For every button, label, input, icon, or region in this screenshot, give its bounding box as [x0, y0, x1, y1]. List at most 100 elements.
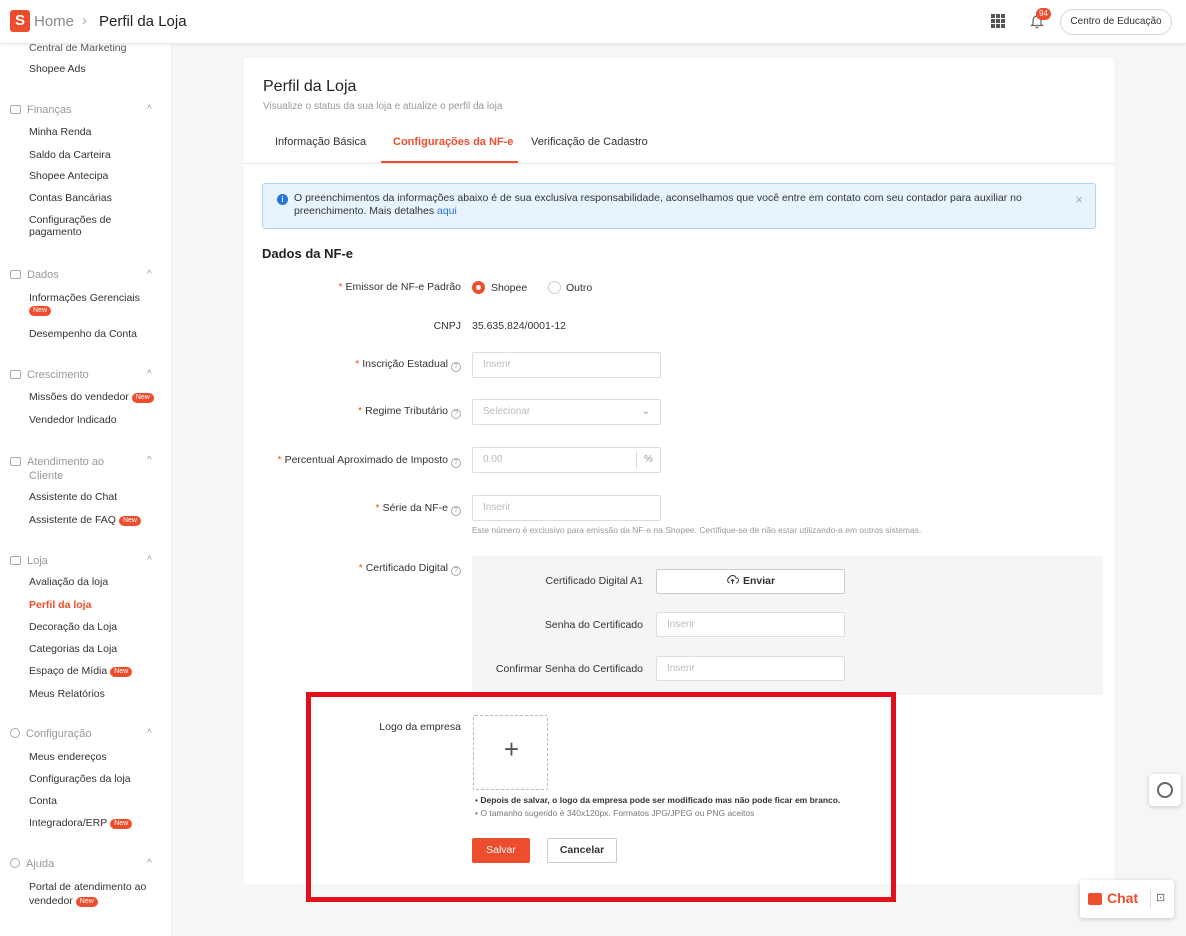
chevron-down-icon: ⌄ — [641, 406, 650, 417]
chat-label: Chat — [1107, 890, 1139, 906]
help-icon[interactable]: ? — [451, 458, 461, 468]
apps-grid-icon[interactable] — [991, 14, 1005, 28]
tab-divider — [244, 163, 1114, 164]
senha-certificado-input[interactable]: Inserir — [656, 612, 845, 637]
tab-informacao-basica[interactable]: Informação Básica — [275, 136, 366, 148]
confirmar-senha-label: Confirmar Senha do Certificado — [495, 663, 643, 675]
breadcrumb-home[interactable]: Home — [34, 13, 74, 30]
confirmar-senha-input[interactable]: Inserir — [656, 656, 845, 681]
chevron-up-icon[interactable]: ^ — [147, 104, 152, 115]
sidebar-item-minha-renda[interactable]: Minha Renda — [29, 126, 91, 138]
support-float-button[interactable] — [1149, 774, 1181, 806]
sidebar-item-label: Missões do vendedor — [29, 391, 129, 403]
info-banner: i O preenchimentos da informações abaixo… — [262, 183, 1096, 229]
breadcrumb-separator-icon: › — [82, 12, 87, 29]
chevron-up-icon[interactable]: ^ — [147, 555, 152, 566]
inscricao-estadual-input[interactable]: Inserir — [472, 352, 661, 378]
minimize-icon[interactable]: ⊡ — [1156, 891, 1165, 904]
sidebar-section-loja[interactable]: Loja — [10, 555, 48, 567]
sidebar-section-label: Dados — [27, 269, 59, 281]
sidebar-section-crescimento[interactable]: Crescimento — [10, 369, 89, 381]
gear-icon — [10, 728, 20, 738]
help-icon[interactable]: ? — [451, 566, 461, 576]
input-placeholder: 0.00 — [483, 454, 503, 465]
section-title: Dados da NF-e — [262, 246, 354, 261]
education-center-button[interactable]: Centro de Educação — [1060, 9, 1172, 35]
help-icon[interactable]: ? — [451, 409, 461, 419]
tab-configuracoes-nfe[interactable]: Configurações da NF-e — [393, 136, 513, 148]
sidebar-item-saldo-carteira[interactable]: Saldo da Carteira — [29, 149, 111, 161]
percentual-label: * Percentual Aproximado de Imposto? — [262, 454, 461, 468]
sidebar-item-shopee-antecipa[interactable]: Shopee Antecipa — [29, 170, 108, 182]
sidebar-item-integradora[interactable]: Integradora/ERP New — [29, 817, 133, 829]
close-icon[interactable]: × — [1075, 192, 1083, 207]
sidebar-item-perfil-loja[interactable]: Perfil da loja — [29, 599, 91, 611]
sidebar-item-desempenho[interactable]: Desempenho da Conta — [29, 328, 137, 340]
sidebar-item-vendedor-indicado[interactable]: Vendedor Indicado — [29, 414, 117, 426]
certificado-label: * Certificado Digital? — [300, 562, 461, 576]
sidebar-section-ajuda[interactable]: Ajuda — [10, 858, 54, 870]
select-placeholder: Selecionar — [483, 406, 531, 417]
sidebar-item-missoes[interactable]: Missões do vendedor New — [29, 391, 154, 403]
regime-label: * Regime Tributário? — [300, 405, 461, 419]
label-text: Regime Tributário — [365, 405, 448, 417]
shopee-logo-icon[interactable]: S — [10, 10, 30, 32]
info-text: O preenchimentos da informações abaixo é… — [294, 192, 1064, 218]
help-icon — [10, 858, 20, 868]
sidebar-section-configuracao[interactable]: Configuração — [10, 728, 91, 740]
enviar-button[interactable]: Enviar — [656, 569, 845, 594]
highlight-box — [306, 692, 896, 902]
info-icon: i — [277, 194, 288, 205]
sidebar-item-conta[interactable]: Conta — [29, 795, 57, 807]
page-subtitle: Visualize o status da sua loja e atualiz… — [263, 101, 503, 112]
sidebar-item-decoracao[interactable]: Decoração da Loja — [29, 621, 117, 633]
sidebar-section-label: Configuração — [26, 728, 92, 740]
required-mark: * — [358, 405, 363, 417]
sidebar-section-financas[interactable]: Finanças — [10, 104, 72, 116]
radio-shopee[interactable] — [472, 281, 485, 294]
radio-outro[interactable] — [548, 281, 561, 294]
new-badge: New — [118, 516, 141, 526]
help-icon[interactable]: ? — [451, 362, 461, 372]
serie-label: * Série da NF-e? — [300, 502, 461, 516]
info-details-link[interactable]: aqui — [437, 205, 457, 217]
chat-widget[interactable]: Chat ⊡ — [1080, 880, 1174, 918]
emissor-label: * Emissor de NF-e Padrão — [300, 281, 461, 293]
chevron-up-icon[interactable]: ^ — [147, 858, 152, 869]
sidebar-item-config-loja[interactable]: Configurações da loja — [29, 773, 131, 785]
sidebar-item-contas-bancarias[interactable]: Contas Bancárias — [29, 192, 112, 204]
sidebar-item-assistente-chat[interactable]: Assistente do Chat — [29, 491, 117, 503]
sidebar-item-assistente-faq[interactable]: Assistente de FAQ New — [29, 514, 141, 526]
sidebar-section-atendimento[interactable]: Atendimento ao Cliente — [10, 455, 104, 483]
regime-tributario-select[interactable]: Selecionar ⌄ — [472, 399, 661, 425]
chevron-up-icon[interactable]: ^ — [147, 728, 152, 739]
notification-badge: 94 — [1036, 8, 1051, 20]
chevron-up-icon[interactable]: ^ — [147, 269, 152, 280]
sidebar-section-label: Finanças — [27, 104, 72, 116]
cnpj-label: CNPJ — [433, 320, 461, 332]
sidebar-item-espaco-midia[interactable]: Espaço de Mídia New — [29, 665, 133, 677]
sidebar-section-dados[interactable]: Dados — [10, 269, 59, 281]
tab-verificacao-cadastro[interactable]: Verificação de Cadastro — [531, 136, 648, 148]
sidebar-item-categorias[interactable]: Categorias da Loja — [29, 643, 117, 655]
serie-nfe-input[interactable]: Inserir — [472, 495, 661, 521]
percentual-imposto-input[interactable]: 0.00% — [472, 447, 661, 473]
sidebar-section-label: Loja — [27, 555, 48, 567]
sidebar-item-enderecos[interactable]: Meus endereços — [29, 751, 107, 763]
sidebar-item-relatorios[interactable]: Meus Relatórios — [29, 688, 105, 700]
sidebar-item-informacoes-gerenciais[interactable]: Informações Gerenciais New — [29, 292, 140, 316]
sidebar-item-label: Informações Gerenciais — [29, 292, 140, 304]
wallet-icon — [10, 105, 21, 114]
label-text: Percentual Aproximado de Imposto — [284, 454, 448, 466]
chevron-up-icon[interactable]: ^ — [147, 369, 152, 380]
help-icon[interactable]: ? — [451, 506, 461, 516]
chevron-up-icon[interactable]: ^ — [147, 455, 152, 466]
required-mark: * — [358, 562, 363, 574]
radio-shopee-label: Shopee — [491, 282, 528, 294]
sidebar-item-portal-atendimento[interactable]: Portal de atendimento ao vendedor New — [29, 880, 146, 908]
sidebar-item-config-pagamento[interactable]: Configurações de pagamento — [29, 214, 111, 238]
percent-suffix: % — [636, 451, 660, 469]
sidebar-item-label: Configurações de — [29, 214, 112, 226]
sidebar-item-shopee-ads[interactable]: Shopee Ads — [29, 63, 86, 75]
sidebar-item-avaliacao[interactable]: Avaliação da loja — [29, 576, 108, 588]
